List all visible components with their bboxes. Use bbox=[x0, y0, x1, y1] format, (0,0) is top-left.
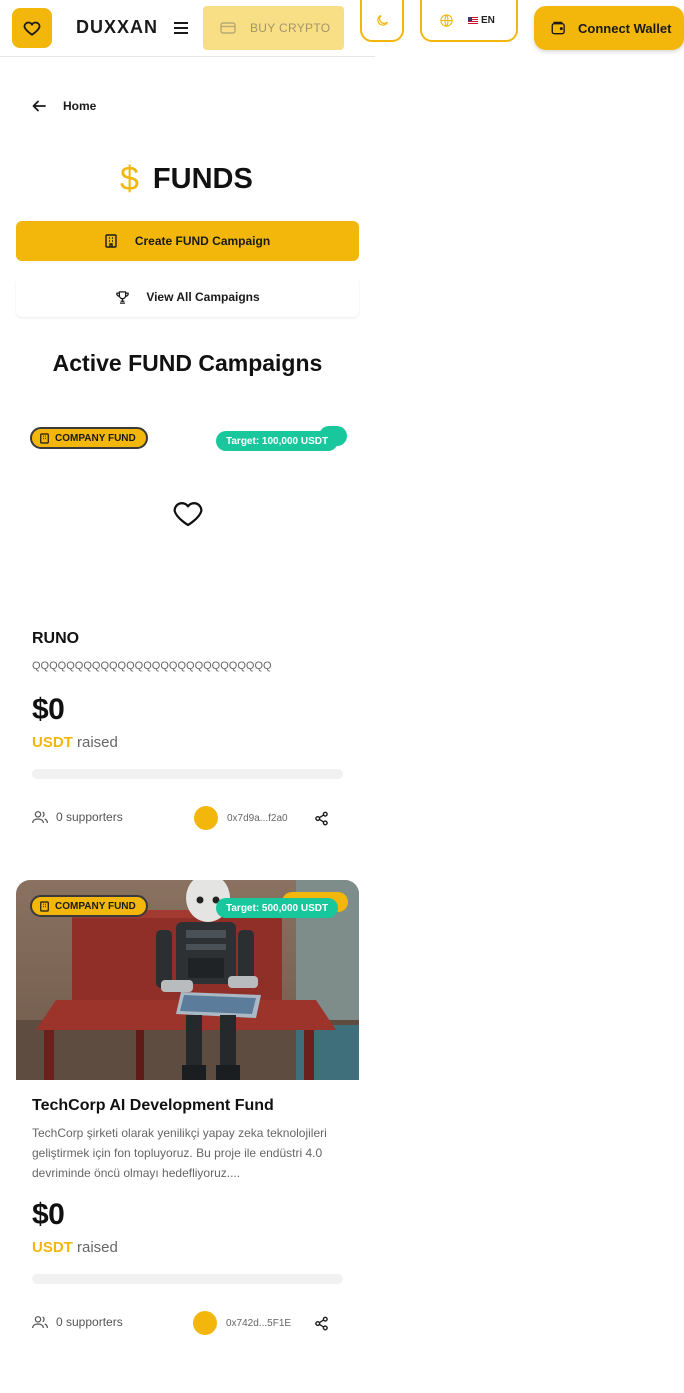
share-button[interactable] bbox=[310, 807, 332, 829]
share-icon bbox=[314, 811, 328, 825]
campaign-amount: $0 bbox=[32, 1198, 65, 1231]
logo-heart-button[interactable] bbox=[12, 8, 52, 48]
breadcrumb-home-link[interactable]: Home bbox=[63, 99, 96, 113]
heart-icon[interactable] bbox=[172, 498, 204, 528]
campaign-type-label: COMPANY FUND bbox=[55, 900, 136, 912]
share-icon bbox=[314, 1316, 328, 1330]
building-icon bbox=[40, 432, 49, 444]
campaign-media: COMPANY FUND Target: 500,000 USDT bbox=[16, 880, 359, 1080]
campaign-description: QQQQQQQQQQQQQQQQQQQQQQQQQQQQ bbox=[32, 660, 272, 672]
supporters-count: 0 supporters bbox=[32, 1315, 123, 1329]
avatar bbox=[194, 806, 218, 830]
language-flag: EN bbox=[468, 15, 495, 26]
target-badge: Target: 100,000 USDT bbox=[216, 431, 339, 451]
credit-card-icon bbox=[220, 22, 236, 34]
raised-label: raised bbox=[77, 734, 118, 751]
campaign-type-badge: COMPANY FUND bbox=[30, 895, 148, 917]
wallet-icon bbox=[551, 21, 565, 35]
building-icon bbox=[105, 234, 117, 248]
supporters-label: 0 supporters bbox=[56, 1315, 123, 1329]
theme-toggle-button[interactable] bbox=[360, 0, 404, 42]
campaign-media: COMPANY FUND Target: 100,000 USDT bbox=[16, 410, 359, 610]
arrow-left-icon bbox=[32, 100, 46, 112]
campaign-raised: USDT raised bbox=[32, 734, 118, 751]
heart-icon bbox=[23, 21, 41, 36]
dollar-icon: $ bbox=[120, 160, 139, 198]
avatar bbox=[193, 1311, 217, 1335]
us-flag-icon bbox=[468, 16, 478, 24]
supporters-label: 0 supporters bbox=[56, 810, 123, 824]
campaign-progress-bar bbox=[32, 769, 343, 779]
top-header: DUXXAN BUY CRYPTO EN Connect Wallet bbox=[0, 0, 684, 57]
breadcrumb[interactable]: Home bbox=[32, 99, 96, 113]
buy-crypto-label: BUY CRYPTO bbox=[250, 21, 331, 35]
campaign-type-badge: COMPANY FUND bbox=[30, 427, 148, 449]
language-selector[interactable]: EN bbox=[420, 0, 518, 42]
page-title: $ FUNDS bbox=[120, 160, 253, 198]
moon-icon bbox=[376, 14, 388, 26]
globe-icon bbox=[440, 13, 453, 27]
target-badge: Target: 500,000 USDT bbox=[216, 898, 339, 918]
campaign-owner[interactable]: 0x7d9a...f2a0 bbox=[194, 806, 288, 830]
raised-label: raised bbox=[77, 1239, 118, 1256]
connect-wallet-label: Connect Wallet bbox=[578, 20, 672, 36]
menu-button[interactable] bbox=[172, 17, 190, 39]
share-button[interactable] bbox=[310, 1312, 332, 1334]
buy-crypto-button[interactable]: BUY CRYPTO bbox=[203, 6, 344, 50]
campaign-card[interactable]: COMPANY FUND Target: 500,000 USDT TechCo… bbox=[16, 880, 359, 1360]
building-icon bbox=[40, 900, 49, 912]
section-title: Active FUND Campaigns bbox=[52, 350, 323, 376]
campaign-amount: $0 bbox=[32, 693, 65, 726]
campaign-progress-bar bbox=[32, 1274, 343, 1284]
language-label: EN bbox=[481, 14, 495, 26]
campaign-name[interactable]: RUNO bbox=[32, 630, 79, 648]
header-divider bbox=[0, 56, 375, 57]
campaign-name[interactable]: TechCorp AI Development Fund bbox=[32, 1097, 274, 1115]
users-icon bbox=[32, 1316, 48, 1329]
page-title-text: FUNDS bbox=[152, 163, 253, 195]
supporters-count: 0 supporters bbox=[32, 810, 123, 824]
hamburger-icon bbox=[174, 22, 188, 34]
trophy-icon bbox=[116, 290, 130, 304]
owner-address: 0x742d...5F1E bbox=[226, 1317, 292, 1329]
view-all-campaigns-button[interactable]: View All Campaigns bbox=[16, 277, 359, 317]
campaign-card[interactable]: COMPANY FUND Target: 100,000 USDT RUNO Q… bbox=[16, 410, 359, 850]
campaign-description: TechCorp şirketi olarak yenilikçi yapay … bbox=[32, 1126, 327, 1180]
connect-wallet-button[interactable]: Connect Wallet bbox=[534, 6, 684, 50]
view-all-campaigns-label: View All Campaigns bbox=[146, 290, 260, 304]
create-fund-campaign-button[interactable]: Create FUND Campaign bbox=[16, 221, 359, 261]
raised-currency: USDT bbox=[32, 1239, 73, 1256]
owner-address: 0x7d9a...f2a0 bbox=[227, 812, 288, 824]
users-icon bbox=[32, 811, 48, 824]
campaign-type-label: COMPANY FUND bbox=[55, 432, 136, 444]
brand-name[interactable]: DUXXAN bbox=[76, 17, 158, 38]
campaign-raised: USDT raised bbox=[32, 1239, 118, 1256]
campaign-owner[interactable]: 0x742d...5F1E bbox=[193, 1311, 291, 1335]
raised-currency: USDT bbox=[32, 734, 73, 751]
create-fund-campaign-label: Create FUND Campaign bbox=[134, 234, 271, 248]
